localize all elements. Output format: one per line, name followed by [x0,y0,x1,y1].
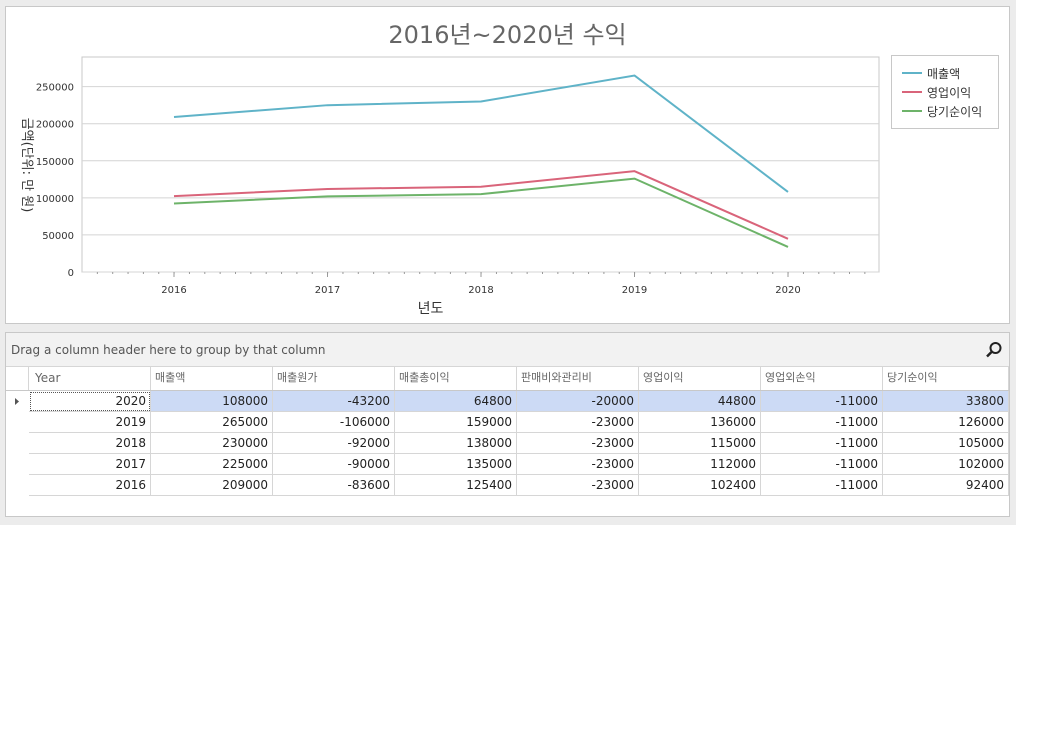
table-cell[interactable]: 105000 [883,433,1009,454]
legend-label: 영업이익 [927,85,972,100]
legend-swatch [902,91,922,93]
table-cell[interactable]: 126000 [883,412,1009,433]
table-cell[interactable]: -43200 [273,391,395,412]
table-cell[interactable]: 125400 [395,475,517,496]
x-tick-label: 2016 [161,285,186,296]
table-cell[interactable]: 33800 [883,391,1009,412]
table-cell[interactable]: 135000 [395,454,517,475]
x-tick-label: 2019 [622,285,647,296]
table-cell[interactable]: 159000 [395,412,517,433]
column-header[interactable]: 당기순이익 [883,367,1009,390]
table-cell[interactable]: 2016 [29,475,151,496]
table-cell[interactable]: 108000 [151,391,273,412]
table-cell[interactable]: -11000 [761,454,883,475]
table-cell[interactable]: 115000 [639,433,761,454]
y-axis-title: 금액(단위: 만 원) [19,118,34,213]
table-cell[interactable]: 225000 [151,454,273,475]
table-cell[interactable]: -11000 [761,391,883,412]
y-tick-label: 200000 [36,120,74,131]
chart-legend: 매출액영업이익당기순이익 [891,55,999,129]
y-tick-label: 250000 [36,83,74,94]
table-cell[interactable]: 112000 [639,454,761,475]
table-cell[interactable]: -90000 [273,454,395,475]
table-cell[interactable]: -11000 [761,433,883,454]
legend-item: 당기순이익 [902,102,982,120]
table-cell[interactable]: 209000 [151,475,273,496]
x-tick-label: 2020 [775,285,800,296]
y-tick-label: 150000 [36,157,74,168]
table-cell[interactable]: 2020 [29,391,151,412]
table-cell[interactable]: -23000 [517,412,639,433]
legend-label: 매출액 [927,66,961,81]
table-row[interactable]: 2018 230000 -92000 138000 -23000 115000 -11000… [6,433,1009,454]
x-tick-label: 2018 [468,285,493,296]
legend-label: 당기순이익 [927,104,983,119]
table-cell[interactable]: 136000 [639,412,761,433]
row-indicator-header [6,367,29,390]
row-indicator[interactable] [6,412,29,433]
table-cell[interactable]: 2017 [29,454,151,475]
legend-swatch [902,72,922,74]
table-cell[interactable]: 92400 [883,475,1009,496]
table-row[interactable]: 2019 265000 -106000 159000 -23000 136000 -1100… [6,412,1009,433]
x-tick-label: 2017 [315,285,340,296]
legend-item: 매출액 [902,64,960,82]
table-cell[interactable]: -23000 [517,433,639,454]
row-indicator[interactable] [6,475,29,496]
column-header[interactable]: Year [29,367,151,390]
table-cell[interactable]: 138000 [395,433,517,454]
legend-item: 영업이익 [902,83,971,101]
table-cell[interactable]: -23000 [517,454,639,475]
group-hint-text: Drag a column header here to group by th… [11,343,326,357]
table-cell[interactable]: -11000 [761,475,883,496]
chart-panel: 2016년~2020년 수익 0 50000 100000 150000 200000 2… [5,6,1010,324]
grid-header: Year 매출액 매출원가 매출총이익 판매비와관리비 영업이익 영업외손익 당기순이익 [6,367,1009,391]
table-row[interactable]: 2020 108000 -43200 64800 -20000 44800 -11000 33… [6,391,1009,412]
current-row-arrow-icon [15,398,19,405]
column-header[interactable]: 매출액 [151,367,273,390]
column-header[interactable]: 영업이익 [639,367,761,390]
column-header[interactable]: 영업외손익 [761,367,883,390]
legend-swatch [902,110,922,112]
line-chart: 0 50000 100000 150000 200000 250000 2016 2017 20… [19,56,880,317]
row-indicator[interactable] [6,454,29,475]
x-axis-title: 년도 [418,301,444,317]
table-cell[interactable]: -106000 [273,412,395,433]
table-cell[interactable]: -23000 [517,475,639,496]
table-cell[interactable]: -11000 [761,412,883,433]
y-tick-label: 100000 [36,194,74,205]
plot-area [81,56,880,273]
column-header[interactable]: 매출총이익 [395,367,517,390]
row-indicator[interactable] [6,433,29,454]
y-tick-label: 0 [68,268,74,279]
row-indicator[interactable] [6,391,29,412]
table-row[interactable]: 2016 209000 -83600 125400 -23000 102400 -11000… [6,475,1009,496]
table-cell[interactable]: 2019 [29,412,151,433]
search-icon[interactable] [985,341,1003,359]
table-cell[interactable]: 44800 [639,391,761,412]
table-cell[interactable]: 265000 [151,412,273,433]
data-grid: Drag a column header here to group by th… [5,332,1010,517]
table-cell[interactable]: -83600 [273,475,395,496]
table-cell[interactable]: -20000 [517,391,639,412]
y-tick-label: 50000 [42,231,74,242]
table-row[interactable]: 2017 225000 -90000 135000 -23000 112000 -11000… [6,454,1009,475]
group-by-panel[interactable]: Drag a column header here to group by th… [6,333,1009,367]
table-cell[interactable]: 64800 [395,391,517,412]
column-header[interactable]: 판매비와관리비 [517,367,639,390]
table-cell[interactable]: -92000 [273,433,395,454]
column-header[interactable]: 매출원가 [273,367,395,390]
table-cell[interactable]: 230000 [151,433,273,454]
table-cell[interactable]: 102400 [639,475,761,496]
table-cell[interactable]: 2018 [29,433,151,454]
table-cell[interactable]: 102000 [883,454,1009,475]
